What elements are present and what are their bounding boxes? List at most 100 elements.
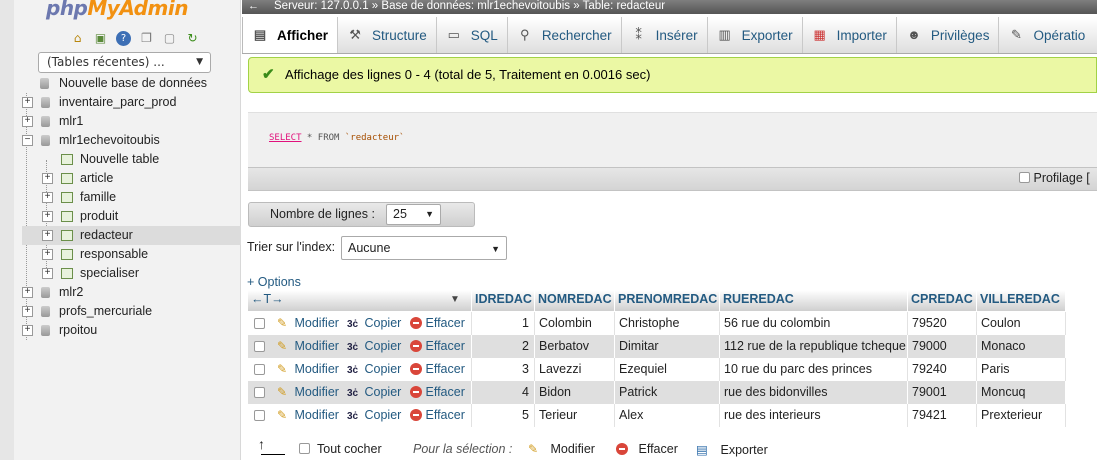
row-checkbox[interactable] (254, 387, 265, 398)
table-cell-cpredac[interactable]: 79240 (908, 358, 977, 381)
table-cell-villeredac[interactable]: Prexterieur (977, 404, 1066, 427)
edit-row-button[interactable]: ✎ Modifier (277, 381, 339, 403)
copy-row-button[interactable]: 3ċ Copier (347, 358, 401, 380)
delete-row-button[interactable]: Effacer (410, 381, 465, 403)
table-row[interactable]: ✎ Modifier 3ċ Copier Effacer 2 Berbatov Dimi… (248, 335, 1066, 358)
tree-item-database[interactable]: − mlr1echevoitoubis (22, 131, 241, 150)
tab-insert[interactable]: ⁑ Insérer (622, 17, 708, 53)
table-cell-nomredac[interactable]: Bidon (535, 381, 615, 404)
profiling-checkbox[interactable] (1019, 172, 1030, 183)
column-header-idredac[interactable]: IDREDAC (472, 290, 535, 311)
edit-row-button[interactable]: ✎ Modifier (277, 335, 339, 357)
sql-query-box[interactable]: SELECT * FROM `redacteur` (248, 112, 1097, 167)
table-cell-prenomredac[interactable]: Christophe (615, 312, 720, 335)
table-cell-idredac[interactable]: 3 (472, 358, 535, 381)
tree-item-new-database[interactable]: Nouvelle base de données (22, 74, 241, 93)
table-cell-idredac[interactable]: 2 (472, 335, 535, 358)
table-cell-villeredac[interactable]: Coulon (977, 312, 1066, 335)
breadcrumb-text[interactable]: Serveur: 127.0.0.1 » Base de données: ml… (274, 0, 665, 12)
tab-export[interactable]: ▥ Exporter (708, 17, 803, 53)
sort-by-index-select[interactable]: Aucune ▼ (341, 236, 507, 260)
expand-icon[interactable]: + (22, 306, 33, 317)
tree-item-table-selected[interactable]: + redacteur (22, 226, 241, 245)
tab-browse[interactable]: ▤ Afficher (242, 17, 339, 53)
tab-structure[interactable]: ⚒ Structure (338, 17, 437, 53)
copy-row-button[interactable]: 3ċ Copier (347, 381, 401, 403)
table-row[interactable]: ✎ Modifier 3ċ Copier Effacer 1 Colombin Chri… (248, 312, 1066, 335)
edit-row-button[interactable]: ✎ Modifier (277, 404, 339, 426)
expand-icon[interactable]: + (42, 173, 53, 184)
profiling-toggle[interactable]: Profilage [ (1019, 171, 1090, 185)
table-cell-idredac[interactable]: 4 (472, 381, 535, 404)
collapse-icon[interactable]: − (22, 135, 33, 146)
table-cell-cpredac[interactable]: 79520 (908, 312, 977, 335)
reload-icon[interactable]: ↻ (185, 31, 200, 46)
row-checkbox[interactable] (254, 410, 265, 421)
collapse-strip[interactable] (0, 0, 14, 460)
tree-item-table[interactable]: + article (22, 169, 241, 188)
table-row[interactable]: ✎ Modifier 3ċ Copier Effacer 5 Terieur Alex r… (248, 404, 1066, 427)
tree-item-database[interactable]: + profs_mercuriale (22, 302, 241, 321)
table-cell-prenomredac[interactable]: Ezequiel (615, 358, 720, 381)
expand-icon[interactable]: + (42, 211, 53, 222)
home-icon[interactable]: ⌂ (70, 31, 85, 46)
expand-icon[interactable]: + (42, 249, 53, 260)
settings-icon[interactable]: ▢ (162, 31, 177, 46)
sql-keyword[interactable]: SELECT (269, 133, 302, 143)
table-cell-idredac[interactable]: 1 (472, 312, 535, 335)
tree-item-table[interactable]: + produit (22, 207, 241, 226)
column-header-nomredac[interactable]: NOMREDAC (535, 290, 615, 311)
expand-icon[interactable]: + (22, 97, 33, 108)
column-header-cpredac[interactable]: CPREDAC (908, 290, 977, 311)
copy-row-button[interactable]: 3ċ Copier (347, 335, 401, 357)
table-cell-rueredac[interactable]: 10 rue du parc des princes (720, 358, 908, 381)
tree-item-table[interactable]: + responsable (22, 245, 241, 264)
table-row[interactable]: ✎ Modifier 3ċ Copier Effacer 4 Bidon Patrick… (248, 381, 1066, 404)
table-cell-cpredac[interactable]: 79421 (908, 404, 977, 427)
delete-row-button[interactable]: Effacer (410, 358, 465, 380)
column-header-villeredac[interactable]: VILLEREDAC (977, 290, 1066, 311)
table-cell-villeredac[interactable]: Moncuq (977, 381, 1066, 404)
expand-icon[interactable]: + (42, 192, 53, 203)
table-cell-rueredac[interactable]: 112 rue de la republique tcheque (720, 335, 908, 358)
table-cell-prenomredac[interactable]: Alex (615, 404, 720, 427)
bulk-delete-button[interactable]: Effacer (616, 442, 678, 456)
table-cell-prenomredac[interactable]: Dimitar (615, 335, 720, 358)
delete-row-button[interactable]: Effacer (410, 335, 465, 357)
table-cell-cpredac[interactable]: 79000 (908, 335, 977, 358)
table-cell-rueredac[interactable]: 56 rue du colombin (720, 312, 908, 335)
expand-icon[interactable]: + (22, 325, 33, 336)
back-arrow-icon[interactable]: ← (248, 0, 260, 12)
rows-per-page-select[interactable]: 25 ▼ (386, 204, 441, 225)
table-cell-rueredac[interactable]: rue des interieurs (720, 404, 908, 427)
help-icon[interactable]: ? (116, 31, 131, 46)
delete-row-button[interactable]: Effacer (410, 312, 465, 334)
table-cell-nomredac[interactable]: Berbatov (535, 335, 615, 358)
table-cell-idredac[interactable]: 5 (472, 404, 535, 427)
tab-search[interactable]: ⚲ Rechercher (508, 17, 622, 53)
tree-item-database[interactable]: + inventaire_parc_prod (22, 93, 241, 112)
table-cell-villeredac[interactable]: Paris (977, 358, 1066, 381)
sort-dropdown-icon[interactable]: ▼ (450, 290, 460, 309)
delete-row-button[interactable]: Effacer (410, 404, 465, 426)
tree-item-database[interactable]: + mlr1 (22, 112, 241, 131)
logout-icon[interactable]: ▣ (93, 31, 108, 46)
row-checkbox[interactable] (254, 364, 265, 375)
copy-row-button[interactable]: 3ċ Copier (347, 404, 401, 426)
row-checkbox[interactable] (254, 318, 265, 329)
table-cell-villeredac[interactable]: Monaco (977, 335, 1066, 358)
tree-item-database[interactable]: + rpoitou (22, 321, 241, 340)
table-cell-nomredac[interactable]: Colombin (535, 312, 615, 335)
column-header-prenomredac[interactable]: PRENOMREDAC (615, 290, 720, 311)
table-cell-prenomredac[interactable]: Patrick (615, 381, 720, 404)
column-header-rueredac[interactable]: RUEREDAC (720, 290, 908, 311)
table-cell-nomredac[interactable]: Lavezzi (535, 358, 615, 381)
table-cell-nomredac[interactable]: Terieur (535, 404, 615, 427)
expand-icon[interactable]: + (22, 116, 33, 127)
tree-item-table[interactable]: + famille (22, 188, 241, 207)
tab-sql[interactable]: ▭ SQL (437, 17, 508, 53)
table-cell-cpredac[interactable]: 79001 (908, 381, 977, 404)
phpmyadmin-logo[interactable]: phpMyAdmin (46, 0, 188, 20)
column-resize-arrows-icon[interactable]: ←T→ (251, 292, 284, 306)
tree-item-new-table[interactable]: Nouvelle table (22, 150, 241, 169)
